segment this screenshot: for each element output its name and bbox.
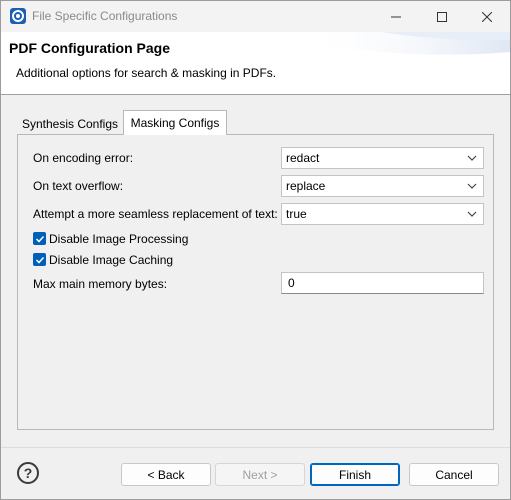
- close-icon: [482, 11, 492, 22]
- maximize-icon: [437, 11, 447, 22]
- disable-image-caching-label: Disable Image Caching: [49, 253, 174, 267]
- seamless-replacement-value: true: [286, 207, 307, 221]
- minimize-button[interactable]: [373, 1, 419, 32]
- checkbox-checked[interactable]: [33, 232, 46, 245]
- help-button[interactable]: ?: [17, 462, 39, 484]
- dialog-window: File Specific Configurations PDF Configu…: [0, 0, 511, 500]
- text-overflow-label: On text overflow:: [33, 179, 124, 193]
- finish-button[interactable]: Finish: [310, 463, 400, 486]
- app-logo-icon: [10, 8, 26, 24]
- seamless-replacement-select[interactable]: true: [281, 203, 484, 225]
- encoding-error-label: On encoding error:: [33, 151, 134, 165]
- window-title: File Specific Configurations: [32, 9, 178, 23]
- title-bar[interactable]: File Specific Configurations: [1, 1, 510, 32]
- help-icon: ?: [23, 465, 33, 481]
- chevron-down-icon: [467, 183, 477, 189]
- maximize-button[interactable]: [419, 1, 465, 32]
- encoding-error-value: redact: [286, 151, 320, 165]
- text-overflow-value: replace: [286, 179, 326, 193]
- page-description: Additional options for search & masking …: [16, 66, 277, 80]
- page-title: PDF Configuration Page: [9, 40, 170, 56]
- disable-image-processing-label: Disable Image Processing: [49, 232, 189, 246]
- header-decoration: [300, 32, 510, 55]
- checkbox-checked[interactable]: [33, 253, 46, 266]
- cancel-button[interactable]: Cancel: [409, 463, 499, 486]
- tab-masking-configs[interactable]: Masking Configs: [123, 110, 227, 135]
- masking-configs-panel: On encoding error: redact On text overfl…: [17, 134, 494, 430]
- tab-synthesis-configs[interactable]: Synthesis Configs: [17, 111, 123, 135]
- footer-divider: [1, 447, 510, 448]
- page-header: PDF Configuration Page Additional option…: [1, 32, 510, 95]
- checkmark-icon: [35, 235, 44, 243]
- max-memory-input[interactable]: 0: [281, 272, 484, 294]
- minimize-icon: [391, 16, 401, 17]
- next-button[interactable]: Next >: [215, 463, 305, 486]
- text-overflow-select[interactable]: replace: [281, 175, 484, 197]
- back-button[interactable]: < Back: [121, 463, 211, 486]
- chevron-down-icon: [467, 211, 477, 217]
- checkmark-icon: [35, 256, 44, 264]
- chevron-down-icon: [467, 155, 477, 161]
- seamless-replacement-label: Attempt a more seamless replacement of t…: [33, 207, 278, 221]
- max-memory-label: Max main memory bytes:: [33, 277, 168, 291]
- close-button[interactable]: [464, 1, 510, 32]
- encoding-error-select[interactable]: redact: [281, 147, 484, 169]
